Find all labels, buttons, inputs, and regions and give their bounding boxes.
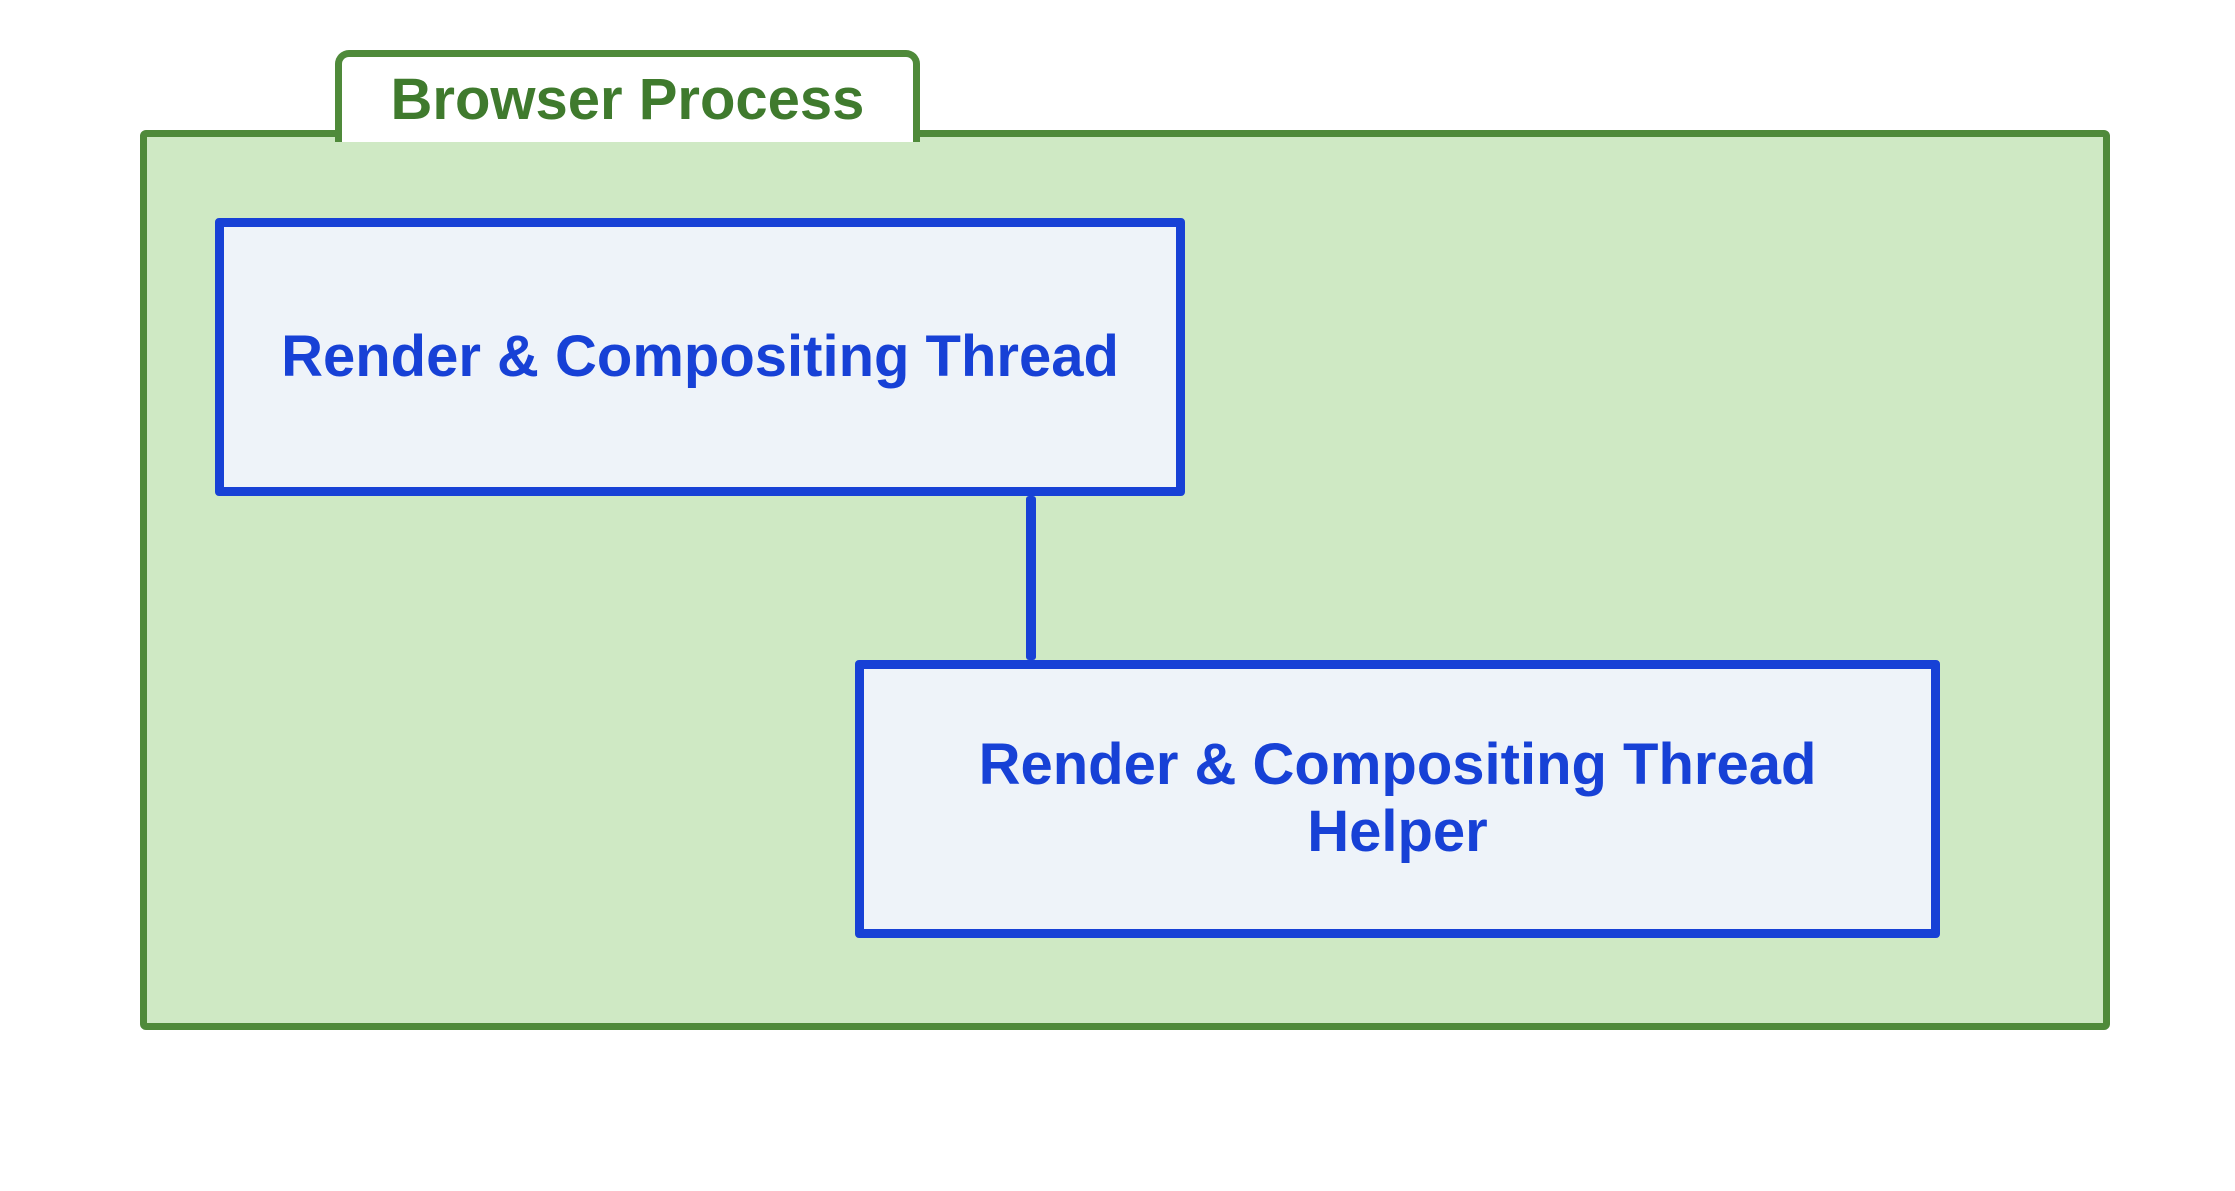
render-compositing-thread-helper-box: Render & Compositing Thread Helper	[855, 660, 1940, 938]
render-compositing-thread-box: Render & Compositing Thread	[215, 218, 1185, 496]
thread-connector-line	[1026, 496, 1036, 660]
diagram-stage: Browser Process Render & Compositing Thr…	[0, 0, 2235, 1191]
render-compositing-thread-label: Render & Compositing Thread	[281, 324, 1119, 391]
render-compositing-thread-helper-label: Render & Compositing Thread Helper	[892, 732, 1903, 865]
browser-process-title: Browser Process	[391, 71, 865, 129]
browser-process-tab: Browser Process	[335, 50, 920, 142]
